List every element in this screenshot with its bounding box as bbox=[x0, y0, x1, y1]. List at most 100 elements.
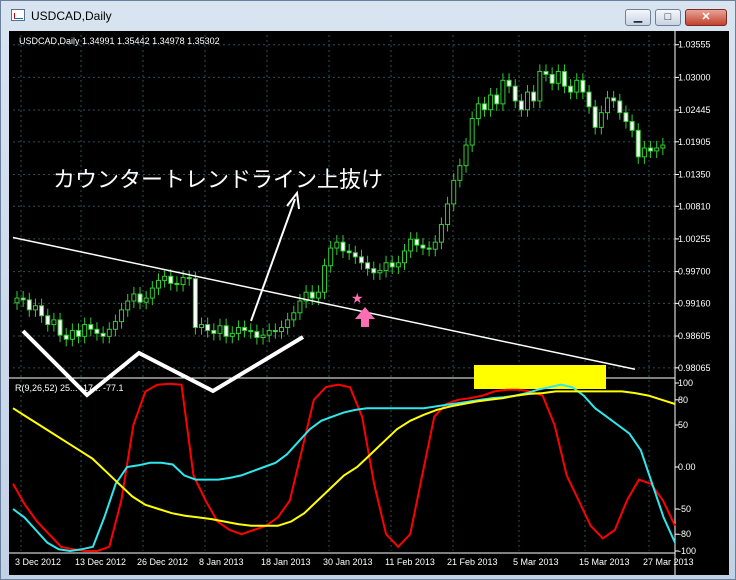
price-tick-label: 0.98065 bbox=[678, 363, 711, 373]
candle-body bbox=[654, 147, 660, 152]
candle-body bbox=[531, 91, 537, 102]
highlight-box bbox=[474, 365, 606, 389]
candle-body bbox=[322, 265, 328, 293]
date-tick-label: 30 Jan 2013 bbox=[323, 557, 373, 567]
candle-body bbox=[76, 329, 82, 337]
candle-body bbox=[549, 73, 555, 84]
candle-body bbox=[69, 329, 75, 340]
date-tick-label: 5 Mar 2013 bbox=[513, 557, 559, 567]
candle-body bbox=[315, 291, 321, 299]
candle-body bbox=[291, 312, 297, 321]
indicator-tick-label: -100 bbox=[678, 546, 696, 556]
candle-body bbox=[155, 279, 161, 289]
candle-body bbox=[242, 327, 248, 331]
candle-body bbox=[420, 244, 426, 249]
candle-body bbox=[432, 241, 438, 250]
chart-plot-area[interactable]: 1.03555 1.03000 1.02445 1.01905 1.01350 1.008… bbox=[9, 31, 729, 575]
candle-body bbox=[445, 203, 451, 226]
candle-body bbox=[51, 319, 57, 326]
candle-body bbox=[223, 325, 229, 337]
candle-body bbox=[32, 305, 38, 311]
candle-body bbox=[45, 315, 51, 326]
candle-body bbox=[162, 275, 168, 281]
candle-body bbox=[512, 85, 518, 102]
candle-body bbox=[451, 179, 457, 205]
candle-body bbox=[100, 332, 106, 337]
candle-body bbox=[211, 329, 217, 334]
price-tick-label: 1.03000 bbox=[678, 72, 711, 82]
indicator-tick-label: -50 bbox=[678, 504, 691, 514]
candle-body bbox=[106, 328, 112, 337]
candle-body bbox=[598, 112, 604, 128]
annotation-label: カウンタートレンドライン上抜け bbox=[53, 167, 383, 192]
candle-body bbox=[469, 118, 475, 146]
candle-body bbox=[229, 332, 235, 337]
indicator-label: R(9,26,52) 25... -17... -77.1 bbox=[15, 383, 124, 393]
candle-body bbox=[20, 297, 26, 301]
candle-body bbox=[328, 247, 334, 267]
price-tick-label: 0.98605 bbox=[678, 331, 711, 341]
window-title: USDCAD,Daily bbox=[31, 9, 112, 23]
chart-canvas[interactable]: 1.03555 1.03000 1.02445 1.01905 1.01350 1.008… bbox=[9, 31, 729, 575]
candle-body bbox=[180, 276, 186, 286]
close-button[interactable]: ✕ bbox=[685, 9, 727, 26]
price-tick-label: 1.01350 bbox=[678, 169, 711, 179]
candle-body bbox=[260, 334, 266, 339]
candle-body bbox=[402, 250, 408, 264]
candle-body bbox=[94, 328, 100, 334]
title-bar[interactable]: USDCAD,Daily ▁ □ ✕ bbox=[1, 1, 735, 31]
candle-body bbox=[555, 70, 561, 84]
indicator-series-1 bbox=[12, 383, 676, 553]
indicator-tick-label: 0.00 bbox=[678, 462, 696, 472]
candle-body bbox=[346, 250, 352, 254]
candle-body bbox=[57, 319, 63, 336]
candle-body bbox=[149, 287, 155, 299]
candle-body bbox=[574, 79, 580, 93]
candle-body bbox=[217, 325, 223, 334]
price-tick-label: 1.00255 bbox=[678, 234, 711, 244]
candle-body bbox=[358, 256, 364, 264]
candle-body bbox=[561, 70, 567, 87]
candle-body bbox=[500, 79, 506, 105]
candle-body bbox=[580, 79, 586, 93]
candle-body bbox=[285, 319, 291, 329]
candle-body bbox=[143, 297, 149, 303]
maximize-button[interactable]: □ bbox=[655, 9, 681, 26]
candle-body bbox=[125, 300, 131, 311]
candle-body bbox=[592, 106, 598, 128]
date-tick-label: 18 Jan 2013 bbox=[261, 557, 311, 567]
candle-body bbox=[88, 324, 94, 330]
indicator-series-0 bbox=[12, 382, 676, 552]
candle-body bbox=[641, 147, 647, 158]
minimize-button[interactable]: ▁ bbox=[625, 9, 651, 26]
date-tick-label: 13 Dec 2012 bbox=[75, 557, 126, 567]
candle-body bbox=[604, 97, 610, 114]
date-tick-label: 11 Feb 2013 bbox=[385, 557, 435, 567]
candle-body bbox=[365, 262, 371, 270]
candle-body bbox=[186, 276, 192, 280]
candle-body bbox=[648, 147, 654, 152]
candle-body bbox=[266, 329, 272, 336]
price-tick-label: 0.99700 bbox=[678, 267, 711, 277]
candle-body bbox=[112, 321, 118, 330]
candle-body bbox=[205, 324, 211, 331]
counter-trendline bbox=[12, 236, 636, 371]
candle-body bbox=[199, 324, 205, 329]
candle-body bbox=[377, 269, 383, 274]
candle-body bbox=[278, 327, 284, 333]
signal-star: ★ bbox=[351, 290, 364, 306]
candle-body bbox=[586, 91, 592, 108]
mt4-chart-window: USDCAD,Daily ▁ □ ✕ 1.03555 1.03000 1.02445… bbox=[0, 0, 736, 580]
candle-body bbox=[352, 252, 358, 258]
candle-body bbox=[506, 79, 512, 87]
date-tick-label: 27 Mar 2013 bbox=[643, 557, 694, 567]
candle-body bbox=[438, 224, 444, 243]
candle-body bbox=[235, 327, 241, 334]
chart-header: USDCAD,Daily 1.34991 1.35442 1.34978 1.3… bbox=[19, 36, 220, 46]
candle-body bbox=[297, 300, 303, 314]
candle-body bbox=[309, 291, 315, 299]
price-tick-label: 1.00810 bbox=[678, 201, 711, 211]
indicator-tick-label: 100 bbox=[678, 378, 693, 388]
candle-body bbox=[457, 165, 463, 181]
candle-body bbox=[168, 275, 174, 284]
